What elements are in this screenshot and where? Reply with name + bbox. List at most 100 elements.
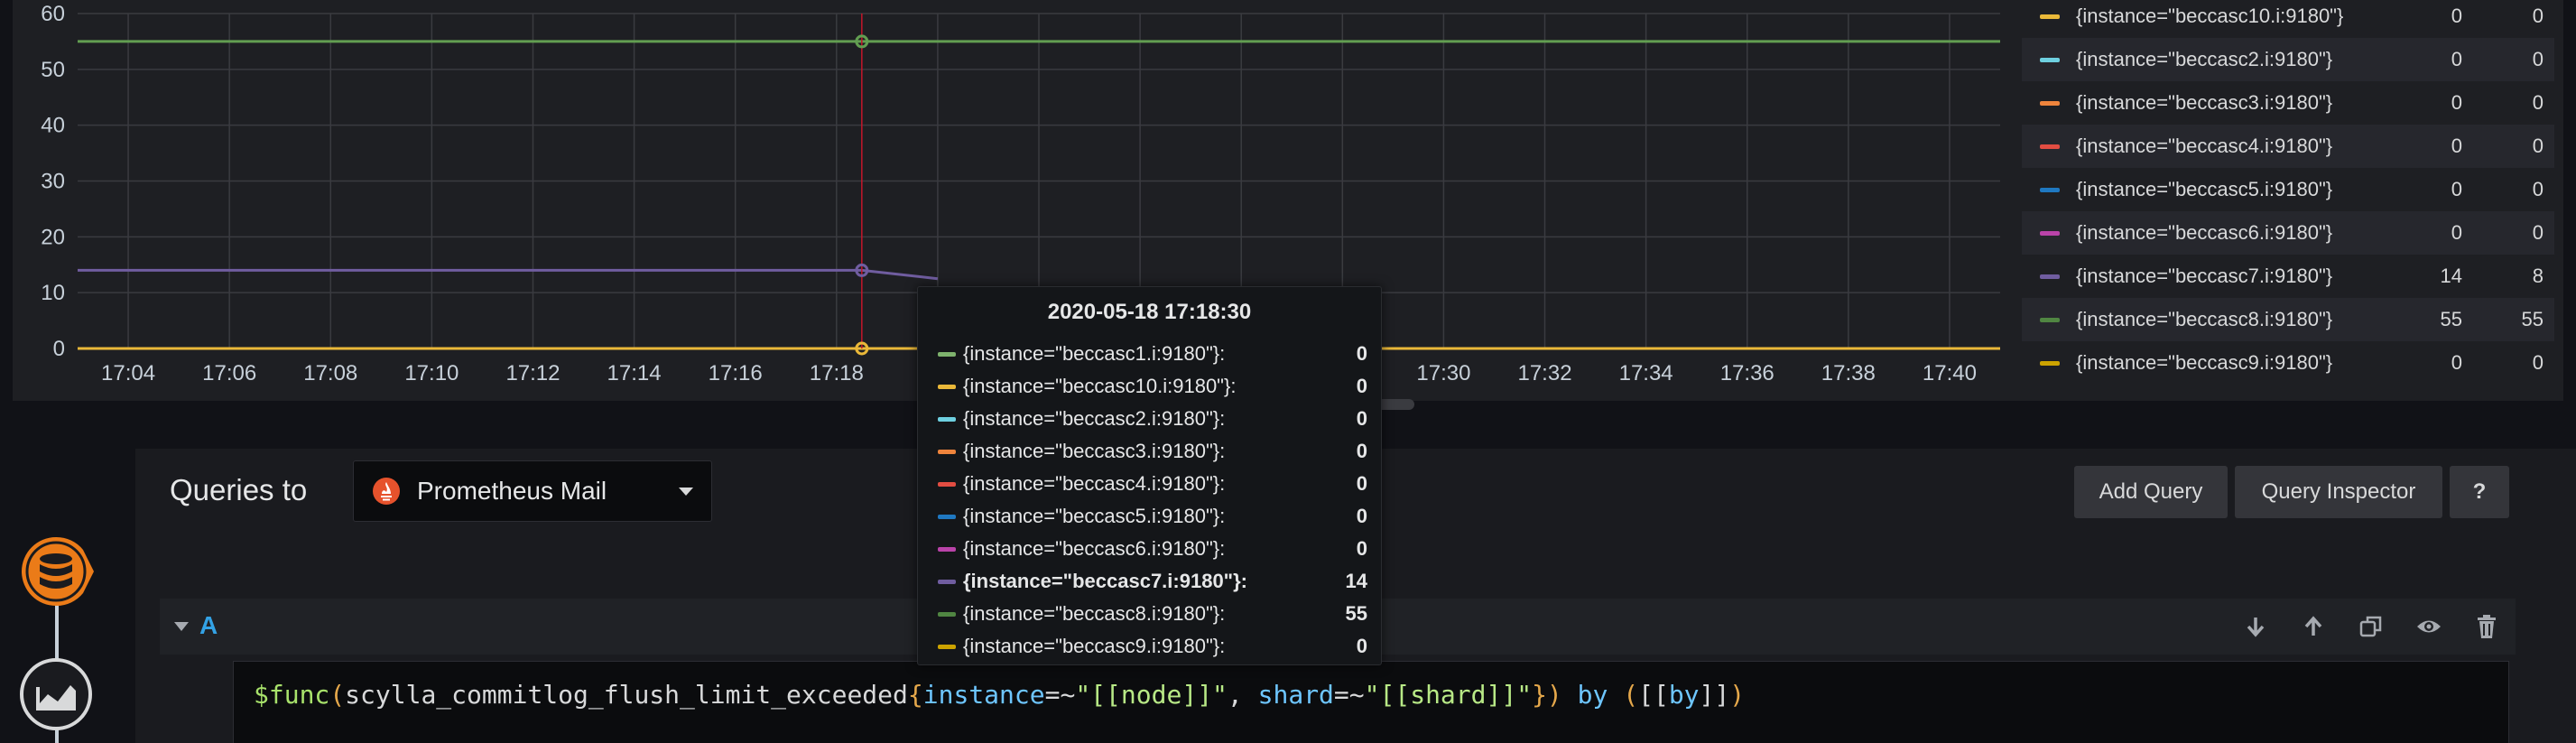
x-tick-label: 17:04 — [101, 361, 155, 385]
legend-value-current: 0 — [2451, 135, 2462, 157]
tooltip-series-name: {instance="beccasc6.i:9180"}: — [963, 537, 1226, 560]
legend-item[interactable]: {instance="beccasc10.i:9180"} 0 0 — [2022, 0, 2554, 38]
legend-color-swatch[interactable] — [2040, 144, 2060, 149]
tooltip-color-swatch — [938, 481, 956, 487]
legend-series-name[interactable]: {instance="beccasc4.i:9180"} — [2076, 135, 2408, 158]
legend-series-name[interactable]: {instance="beccasc9.i:9180"} — [2076, 351, 2408, 375]
legend-series-name[interactable]: {instance="beccasc10.i:9180"} — [2076, 5, 2408, 28]
legend-item[interactable]: {instance="beccasc9.i:9180"} 0 0 — [2022, 341, 2554, 385]
x-tick-label: 17:06 — [202, 361, 256, 385]
prometheus-icon — [373, 478, 400, 505]
legend-color-swatch[interactable] — [2040, 317, 2060, 322]
arrow-down-icon[interactable] — [2239, 611, 2272, 642]
legend-value-avg: 0 — [2532, 135, 2544, 157]
legend-series-name[interactable]: {instance="beccasc5.i:9180"} — [2076, 178, 2408, 201]
legend-color-swatch[interactable] — [2040, 100, 2060, 106]
tooltip-series-value: 14 — [1345, 570, 1367, 592]
tooltip-color-swatch — [938, 351, 956, 357]
x-tick-label: 17:40 — [1923, 361, 1977, 385]
tooltip-color-swatch — [938, 644, 956, 649]
y-tick-label: 30 — [41, 170, 65, 194]
legend-value-current: 14 — [2440, 265, 2462, 287]
legend-color-swatch[interactable] — [2040, 230, 2060, 236]
tooltip-series-name: {instance="beccasc7.i:9180"}: — [963, 570, 1247, 592]
visualization-icon[interactable] — [18, 656, 94, 732]
code-token: "[[node]]" — [1075, 680, 1228, 710]
tooltip-series-name: {instance="beccasc10.i:9180"}: — [963, 375, 1237, 397]
query-code-input[interactable]: $func(scylla_commitlog_flush_limit_excee… — [233, 661, 2509, 743]
arrow-up-icon[interactable] — [2297, 611, 2330, 642]
legend-item[interactable]: {instance="beccasc2.i:9180"} 0 0 — [2022, 38, 2554, 81]
tooltip-row: {instance="beccasc4.i:9180"}: 0 — [938, 468, 1367, 500]
legend-value-current: 0 — [2451, 5, 2462, 27]
panel-resize-handle[interactable] — [1376, 399, 1414, 410]
tooltip-color-swatch — [938, 416, 956, 422]
database-icon[interactable] — [18, 534, 94, 609]
legend-value-avg: 0 — [2532, 48, 2544, 70]
collapse-caret-icon[interactable] — [174, 622, 189, 631]
x-tick-label: 17:16 — [709, 361, 763, 385]
legend-color-swatch[interactable] — [2040, 187, 2060, 192]
tooltip-row: {instance="beccasc10.i:9180"}: 0 — [938, 370, 1367, 403]
legend-series-name[interactable]: {instance="beccasc2.i:9180"} — [2076, 48, 2408, 71]
y-tick-label: 20 — [41, 225, 65, 249]
code-token: , — [1227, 680, 1258, 710]
legend-item[interactable]: {instance="beccasc7.i:9180"} 14 8 — [2022, 255, 2554, 298]
tooltip-row: {instance="beccasc2.i:9180"}: 0 — [938, 403, 1367, 435]
legend-item[interactable]: {instance="beccasc8.i:9180"} 55 55 — [2022, 298, 2554, 341]
legend-color-swatch[interactable] — [2040, 274, 2060, 279]
x-tick-label: 17:34 — [1619, 361, 1673, 385]
help-button[interactable]: ? — [2450, 466, 2509, 518]
tooltip-series-name: {instance="beccasc5.i:9180"}: — [963, 505, 1226, 527]
tooltip-series-value: 0 — [1356, 375, 1367, 397]
code-token: shard — [1257, 680, 1334, 710]
code-token: =~ — [1044, 680, 1076, 710]
tooltip-series-name: {instance="beccasc2.i:9180"}: — [963, 407, 1226, 430]
legend-color-swatch[interactable] — [2040, 360, 2060, 366]
legend-item[interactable]: {instance="beccasc3.i:9180"} 0 0 — [2022, 81, 2554, 125]
chevron-down-icon — [679, 487, 693, 496]
legend-value-avg: 0 — [2532, 351, 2544, 374]
legend-color-swatch[interactable] — [2040, 14, 2060, 19]
legend-value-current: 0 — [2451, 221, 2462, 244]
tooltip-color-swatch — [938, 579, 956, 584]
x-tick-label: 17:10 — [404, 361, 459, 385]
query-inspector-button[interactable]: Query Inspector — [2235, 466, 2442, 518]
x-tick-label: 17:30 — [1416, 361, 1470, 385]
series-line — [78, 268, 939, 281]
tooltip-series-name: {instance="beccasc3.i:9180"}: — [963, 440, 1226, 462]
legend-item[interactable]: {instance="beccasc4.i:9180"} 0 0 — [2022, 125, 2554, 168]
legend-item[interactable]: {instance="beccasc5.i:9180"} 0 0 — [2022, 168, 2554, 211]
legend-item[interactable]: {instance="beccasc6.i:9180"} 0 0 — [2022, 211, 2554, 255]
x-tick-label: 17:18 — [810, 361, 864, 385]
legend-color-swatch[interactable] — [2040, 57, 2060, 62]
tooltip-color-swatch — [938, 611, 956, 617]
tooltip-color-swatch — [938, 384, 956, 389]
tooltip-series-name: {instance="beccasc9.i:9180"}: — [963, 635, 1226, 657]
y-tick-label: 0 — [53, 337, 65, 361]
tooltip-series-value: 0 — [1356, 407, 1367, 430]
code-token: }) — [1532, 680, 1562, 710]
code-token: ( — [329, 680, 346, 710]
x-tick-label: 17:32 — [1517, 361, 1571, 385]
tooltip-row: {instance="beccasc9.i:9180"}: 0 — [938, 630, 1367, 663]
eye-icon[interactable] — [2413, 611, 2445, 642]
code-token: by — [1561, 680, 1624, 710]
tooltip-time: 2020-05-18 17:18:30 — [1047, 300, 1252, 324]
y-tick-label: 60 — [41, 2, 65, 26]
datasource-picker[interactable]: Prometheus Mail — [353, 460, 712, 522]
y-tick-label: 10 — [41, 281, 65, 305]
tooltip-color-swatch — [938, 514, 956, 519]
query-ref-id[interactable]: A — [199, 611, 218, 640]
legend-series-name[interactable]: {instance="beccasc7.i:9180"} — [2076, 265, 2408, 288]
y-tick-label: 50 — [41, 58, 65, 82]
x-tick-label: 17:14 — [607, 361, 662, 385]
legend-series-name[interactable]: {instance="beccasc8.i:9180"} — [2076, 308, 2408, 331]
add-query-button[interactable]: Add Query — [2074, 466, 2228, 518]
copy-icon[interactable] — [2355, 611, 2387, 642]
trash-icon[interactable] — [2470, 611, 2503, 642]
code-token: scylla_commitlog_flush_limit_exceeded — [345, 680, 908, 710]
legend-series-name[interactable]: {instance="beccasc6.i:9180"} — [2076, 221, 2408, 245]
graph-tooltip: 2020-05-18 17:18:30 {instance="beccasc1.… — [917, 286, 1382, 665]
legend-series-name[interactable]: {instance="beccasc3.i:9180"} — [2076, 91, 2408, 115]
